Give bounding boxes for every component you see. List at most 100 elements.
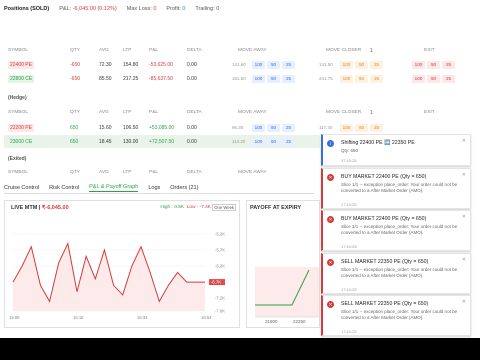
- notification-body: Slice 1/1 -- exception place_order: Your…: [341, 309, 458, 320]
- x-tick-label: 16:33: [137, 315, 148, 320]
- bottom-tabs: Cruise Control Risk Control P&L & Payoff…: [4, 183, 314, 194]
- pnl-label: P&L:: [59, 6, 72, 12]
- exit-25-button[interactable]: 25: [442, 60, 455, 69]
- tab-orders[interactable]: Orders (21): [170, 185, 198, 191]
- exit-50-button[interactable]: 50: [427, 74, 440, 83]
- move-away-25-button[interactable]: 25: [282, 74, 295, 83]
- move-away-100-button[interactable]: 100: [252, 60, 265, 69]
- move-away-25-button[interactable]: 25: [282, 60, 295, 69]
- header-qty: QTY: [70, 170, 80, 175]
- notification-body: Slice 1/1 -- exception place_order: Your…: [341, 267, 458, 278]
- payoff-loss-area: [255, 267, 319, 317]
- notification-toast[interactable]: ✕ BUY MARKET 22400 PE (Qty = 650) Slice …: [321, 210, 471, 251]
- table-row: 22200 PE 650 15.60 106.50 +53,085.00 0.0…: [4, 121, 476, 134]
- header-exit: EXIT: [424, 110, 435, 115]
- close-icon[interactable]: ✕: [462, 257, 466, 263]
- move-away-50-button[interactable]: 50: [267, 74, 280, 83]
- header-qty: QTY: [70, 48, 80, 53]
- close-icon[interactable]: ✕: [462, 172, 466, 178]
- move-closer-input[interactable]: 141.50: [319, 62, 333, 67]
- notification-body: Slice 1/1 -- exception place_order: Your…: [341, 224, 458, 235]
- closer-select[interactable]: 1: [370, 110, 373, 116]
- profit-value: 0: [182, 6, 186, 12]
- tab-risk-control[interactable]: Risk Control: [49, 185, 79, 191]
- move-closer-50-button[interactable]: 50: [355, 123, 368, 132]
- move-away-input[interactable]: 141.60: [232, 62, 246, 67]
- mtm-high: High : 0.5K: [160, 205, 185, 210]
- error-icon: ✕: [327, 216, 334, 223]
- notification-body: Qty: 650: [341, 148, 359, 153]
- move-closer-50-button[interactable]: 50: [355, 60, 368, 69]
- move-closer-25-button[interactable]: 25: [370, 123, 383, 132]
- header-pnl: P&L: [149, 48, 159, 53]
- row-symbol[interactable]: 22400 PE: [8, 60, 34, 69]
- header-qty: QTY: [70, 110, 80, 115]
- exit-100-button[interactable]: 100: [412, 74, 425, 83]
- trailing-label: Trailing:: [195, 6, 215, 12]
- row-symbol[interactable]: 22200 PE: [8, 123, 34, 132]
- error-icon: ✕: [327, 174, 334, 181]
- maxloss-value: 0: [153, 6, 157, 12]
- move-closer-input[interactable]: 241.75: [319, 76, 333, 81]
- header-exit: EXIT: [424, 48, 435, 53]
- table-row: 22400 PE -650 72.30 154.80 -53,625.00 0.…: [4, 58, 476, 71]
- move-closer-100-button[interactable]: 100: [340, 74, 353, 83]
- pnl-summary: P&L: -6,045.00 (0.12%): [59, 6, 117, 12]
- notification-title: SELL MARKET 22350 PE (Qty = 650): [341, 259, 429, 265]
- video-letterbox: [0, 338, 480, 360]
- current-value-label: -6.7K: [211, 280, 221, 285]
- move-away-25-button[interactable]: 25: [282, 137, 295, 146]
- row-symbol[interactable]: 23000 CE: [8, 137, 35, 146]
- range-dropdown[interactable]: One Week: [212, 204, 236, 211]
- move-away-50-button[interactable]: 50: [267, 60, 280, 69]
- close-icon[interactable]: ✕: [462, 138, 466, 144]
- row-symbol[interactable]: 22800 CE: [8, 74, 35, 83]
- move-closer-50-button[interactable]: 50: [355, 74, 368, 83]
- move-closer-input[interactable]: 117.40: [319, 125, 332, 130]
- notification-toast[interactable]: ✕ SELL MARKET 22350 PE (Qty = 650) Slice…: [321, 295, 471, 336]
- hedge-section-label: (Hedge): [8, 95, 27, 101]
- table-row: 23000 CE 650 18.45 130.00 +72,507.50 0.0…: [4, 135, 320, 148]
- move-closer-100-button[interactable]: 100: [340, 60, 353, 69]
- y-tick-label: -5.2K: [215, 231, 225, 236]
- move-away-100-button[interactable]: 100: [252, 74, 265, 83]
- move-away-50-button[interactable]: 50: [267, 137, 280, 146]
- move-closer-25-button[interactable]: 25: [370, 60, 383, 69]
- y-tick-label: -7.6K: [215, 309, 225, 314]
- error-icon: ✕: [327, 301, 334, 308]
- tab-cruise-control[interactable]: Cruise Control: [4, 185, 39, 191]
- move-away-100-button[interactable]: 100: [252, 123, 265, 132]
- trailing-summary: Trailing: 0: [195, 6, 219, 12]
- notification-toast[interactable]: ✕ SELL MARKET 22350 PE (Qty = 650) Slice…: [321, 253, 471, 294]
- row-qty: -650: [70, 61, 81, 68]
- exit-50-button[interactable]: 50: [427, 60, 440, 69]
- x-tick-label: 16:54: [201, 315, 212, 320]
- x-tick-label: 16:16: [73, 315, 84, 320]
- notification-toast[interactable]: ✕ BUY MARKET 22400 PE (Qty = 650) Slice …: [321, 168, 471, 209]
- move-away-25-button[interactable]: 25: [282, 123, 295, 132]
- move-away-input[interactable]: 151.50: [232, 76, 246, 81]
- move-away-input[interactable]: 96.30: [232, 125, 243, 130]
- close-icon[interactable]: ✕: [462, 214, 466, 220]
- header-move-away: MOVE AWAY: [238, 48, 267, 53]
- exit-100-button[interactable]: 100: [412, 60, 425, 69]
- move-closer-25-button[interactable]: 25: [370, 74, 383, 83]
- row-ltp: 217.25: [123, 75, 139, 82]
- move-away-input[interactable]: 113.20: [232, 139, 245, 144]
- close-icon[interactable]: ✕: [462, 299, 466, 305]
- notification-toast[interactable]: i Shifting 22400 PE ➡️ 22350 PE Qty: 650…: [321, 134, 471, 166]
- exited-table-header: SYMBOL QTY AVG LTP P&L DELTA MOVE AWAY: [4, 168, 320, 177]
- positions-table-header: SYMBOL QTY AVG LTP P&L DELTA MOVE AWAY M…: [4, 46, 476, 55]
- row-ltp: 154.80: [123, 61, 139, 68]
- positions-title: Positions (SOLD): [4, 6, 50, 12]
- move-away-100-button[interactable]: 100: [252, 137, 265, 146]
- tab-pnl-payoff-graph[interactable]: P&L & Payoff Graph: [89, 184, 139, 192]
- mtm-title-text: LIVE MTM: [11, 205, 38, 211]
- tab-logs[interactable]: Logs: [148, 185, 160, 191]
- move-away-50-button[interactable]: 50: [267, 123, 280, 132]
- exit-25-button[interactable]: 25: [442, 74, 455, 83]
- header-symbol: SYMBOL: [8, 48, 28, 53]
- move-closer-100-button[interactable]: 100: [340, 123, 353, 132]
- table-row: 22800 CE -650 85.50 217.25 -85,637.50 0.…: [4, 72, 476, 85]
- closer-select[interactable]: 1: [370, 48, 373, 54]
